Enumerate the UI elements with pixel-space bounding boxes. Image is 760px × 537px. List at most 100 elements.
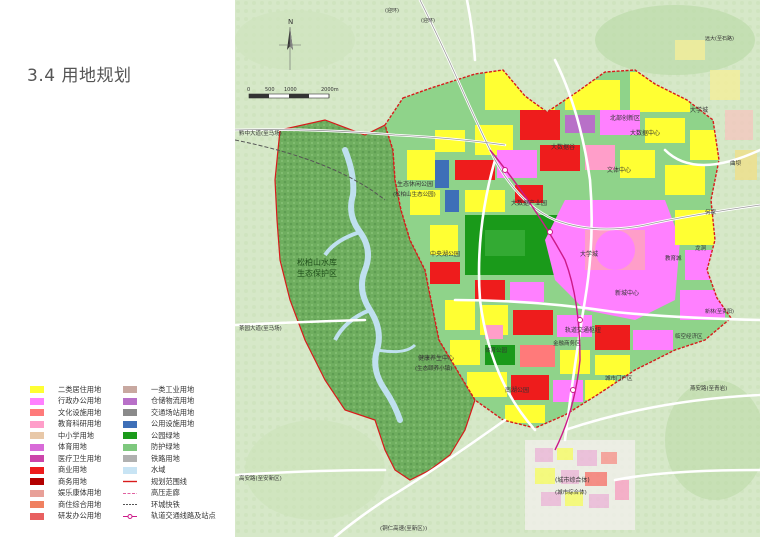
- road-label: (迎环): [385, 7, 399, 14]
- road-label: (迎环): [421, 17, 435, 24]
- road-label: 燕安路(至青岩): [690, 384, 727, 392]
- legend-item: 高压走廊: [123, 488, 180, 498]
- legend-swatch: [123, 455, 137, 462]
- area-label: 健康养生中心: [418, 354, 454, 362]
- legend-swatch: [30, 409, 44, 416]
- svg-text:500: 500: [265, 87, 275, 93]
- legend-item: 轨道交通线路及站点: [123, 511, 216, 521]
- svg-text:1000: 1000: [284, 87, 297, 93]
- map-svg: N 0 500 1000 2000m (迎环) (迎环) 黔中大道(至马场) 茶…: [235, 0, 760, 537]
- road-label: 远大(至石路): [705, 35, 734, 42]
- legend-swatch: [123, 443, 137, 451]
- area-label: 轨道交通枢纽: [565, 326, 601, 334]
- area-label: 大数据谷: [551, 143, 575, 151]
- legend-label: 轨道交通线路及站点: [151, 511, 216, 520]
- legend-item: 医疗卫生用地: [30, 454, 101, 463]
- legend-swatch: [30, 432, 44, 439]
- legend-label: 文化设施用地: [58, 407, 102, 417]
- legend-label: 医疗卫生用地: [58, 453, 102, 463]
- legend-item: 一类工业用地: [123, 385, 194, 394]
- area-label: 金融商务区: [553, 339, 581, 347]
- legend-label: 环城快铁: [151, 499, 180, 509]
- road-label: 龙洞: [695, 244, 707, 252]
- svg-text:N: N: [288, 18, 293, 26]
- legend-label: 仓储物流用地: [151, 396, 195, 405]
- area-label: 大学城: [690, 106, 708, 114]
- road-label: 高安路(至安新区): [239, 474, 282, 482]
- area-label: 体育公园: [485, 346, 508, 354]
- svg-text:2000m: 2000m: [321, 87, 339, 93]
- legend-label: 交通场站用地: [151, 407, 195, 417]
- legend-line-swatch: [123, 513, 137, 520]
- road-label: 新林(至贵阳): [705, 308, 734, 315]
- area-label: 大数据中心: [630, 129, 660, 137]
- legend-item: 研发办公用地: [30, 511, 102, 521]
- legend-label: 行政办公用地: [58, 396, 102, 405]
- area-label: 北部创新区: [610, 114, 640, 122]
- legend-swatch: [123, 397, 137, 405]
- area-label: 临空经济区: [675, 332, 703, 340]
- road-label: 何家: [705, 208, 717, 216]
- area-label: 生态保护区: [297, 268, 337, 278]
- area-label: (生态颐养小镇): [415, 364, 452, 372]
- legend-item: 铁路用地: [123, 454, 180, 463]
- legend-item: 行政办公用地: [30, 396, 102, 406]
- legend-item: 商业用地: [30, 465, 87, 475]
- area-label: 城市门户区: [605, 374, 633, 382]
- legend-line-swatch: [123, 501, 137, 508]
- legend-line-swatch: [123, 490, 137, 497]
- legend-label: 规划范围线: [151, 476, 187, 486]
- svg-text:0: 0: [247, 87, 250, 93]
- area-label: 大学城: [580, 250, 598, 258]
- legend-label: 商住综合用地: [58, 499, 102, 509]
- legend-swatch: [123, 466, 137, 474]
- legend-item: 中小学用地: [30, 431, 94, 440]
- legend-swatch: [30, 466, 44, 474]
- legend-label: 防护绿地: [151, 442, 180, 451]
- legend-label: 体育用地: [58, 442, 87, 451]
- legend-item: 水域: [123, 465, 165, 475]
- area-label: 南湖公园: [505, 386, 529, 394]
- area-label: 文体中心: [607, 166, 631, 174]
- legend-item: 商住综合用地: [30, 500, 101, 509]
- legend-line-swatch: [123, 478, 137, 485]
- legend-swatch: [30, 397, 44, 405]
- legend-item: 公用设施用地: [123, 419, 194, 429]
- legend-swatch: [30, 455, 44, 462]
- legend-swatch: [30, 478, 44, 485]
- road-label: 茶园大道(至马场): [239, 324, 282, 332]
- area-label: 新城中心: [615, 289, 639, 297]
- legend-item: 环城快铁: [123, 500, 180, 509]
- legend-item: 文化设施用地: [30, 408, 101, 417]
- legend-label: 高压走廊: [151, 488, 180, 497]
- area-label: 生态休闲公园: [397, 180, 433, 188]
- legend-label: 一类工业用地: [151, 384, 195, 394]
- legend-swatch: [30, 386, 44, 393]
- legend-swatch: [123, 432, 137, 439]
- land-use-map: N 0 500 1000 2000m (迎环) (迎环) 黔中大道(至马场) 茶…: [235, 0, 760, 537]
- legend-swatch: [30, 443, 44, 451]
- legend-item: 交通场站用地: [123, 408, 194, 417]
- legend: 二类居住用地 行政办公用地 文化设施用地 教育科研用地 中小学用地 体育用地 医疗卫生用地商…: [30, 385, 245, 525]
- legend-swatch: [123, 409, 137, 416]
- road-label: 黔中大道(至马场): [239, 129, 282, 137]
- legend-swatch: [123, 420, 137, 428]
- legend-label: 公园绿地: [151, 430, 180, 440]
- legend-item: 规划范围线: [123, 477, 187, 486]
- legend-item: 商务用地: [30, 477, 87, 486]
- legend-label: 中小学用地: [58, 430, 94, 440]
- legend-label: 商业用地: [58, 465, 87, 474]
- area-label: (城市综合体): [555, 488, 587, 496]
- legend-item: 二类居住用地: [30, 385, 101, 394]
- legend-label: 研发办公用地: [58, 511, 102, 520]
- legend-swatch: [30, 489, 44, 497]
- area-label: 大数据产业园: [511, 199, 547, 207]
- road-label: 曲坝: [730, 159, 742, 167]
- legend-label: 二类居住用地: [58, 384, 102, 394]
- area-label: (城市综合体): [555, 476, 590, 484]
- legend-item: 教育科研用地: [30, 419, 101, 429]
- legend-item: 防护绿地: [123, 442, 180, 452]
- south-district: [525, 440, 635, 530]
- legend-label: 娱乐康体用地: [58, 488, 102, 497]
- legend-item: 体育用地: [30, 442, 87, 452]
